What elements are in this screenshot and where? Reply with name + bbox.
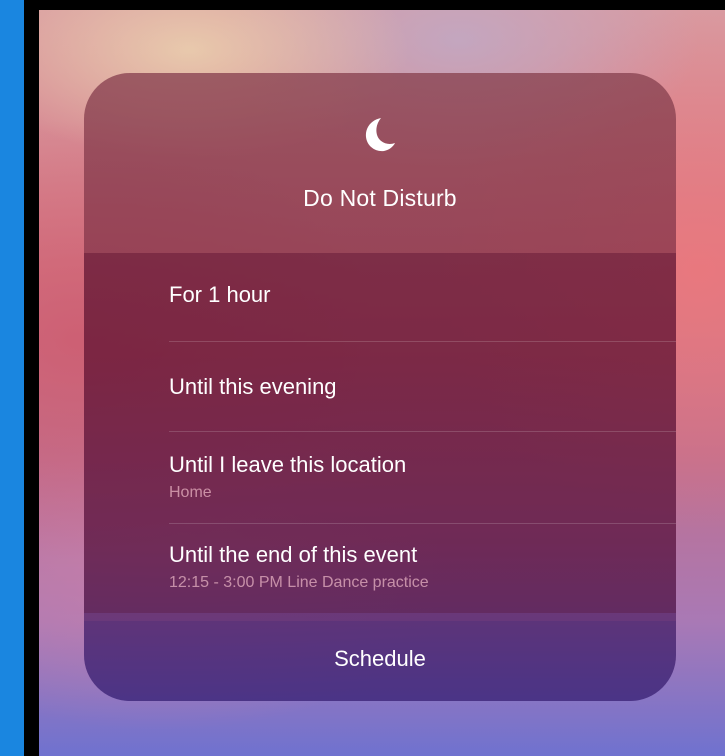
blurred-wallpaper: Do Not Disturb For 1 hour Until this eve… [39, 10, 725, 756]
option-label: Until this evening [169, 374, 337, 399]
options-list: For 1 hour Until this evening Until I le… [84, 253, 676, 613]
option-for-1-hour[interactable]: For 1 hour [84, 253, 676, 341]
moon-icon [365, 118, 395, 152]
option-sublabel: Home [169, 484, 212, 501]
option-until-end-of-event[interactable]: Until the end of this event 12:15 - 3:00… [84, 524, 676, 612]
option-until-this-evening[interactable]: Until this evening [84, 342, 676, 430]
panel-header[interactable]: Do Not Disturb [84, 73, 676, 253]
option-label: Until the end of this event [169, 542, 418, 567]
option-sublabel: 12:15 - 3:00 PM Line Dance practice [169, 574, 429, 591]
option-label: For 1 hour [169, 282, 271, 307]
schedule-button[interactable]: Schedule [84, 621, 676, 701]
panel-title: Do Not Disturb [303, 185, 457, 211]
option-until-leave-location[interactable]: Until I leave this location Home [84, 432, 676, 520]
outer-background: Do Not Disturb For 1 hour Until this eve… [0, 0, 725, 756]
option-label: Until I leave this location [169, 452, 407, 477]
do-not-disturb-panel: Do Not Disturb For 1 hour Until this eve… [84, 73, 676, 701]
schedule-label: Schedule [334, 646, 426, 671]
